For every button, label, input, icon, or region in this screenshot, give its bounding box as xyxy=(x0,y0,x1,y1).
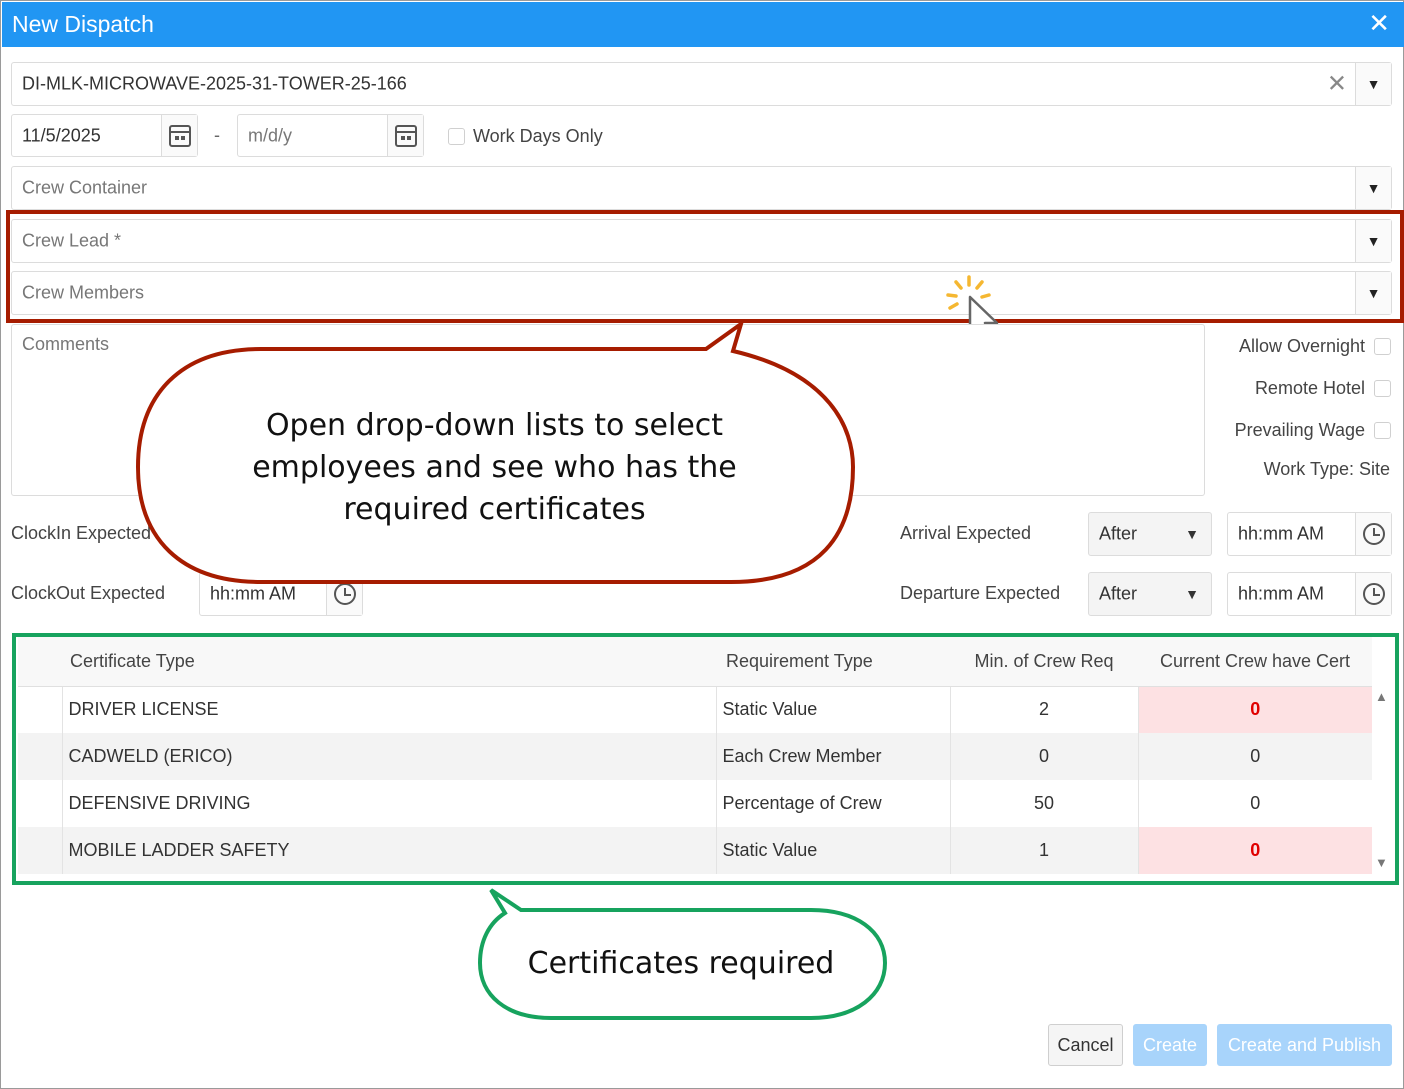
callout-line: Open drop-down lists to select xyxy=(265,408,724,443)
arrival-mode-value: After xyxy=(1099,523,1138,544)
end-date-field[interactable]: m/d/y xyxy=(237,114,424,157)
calendar-button[interactable] xyxy=(161,115,197,156)
calendar-icon xyxy=(168,124,191,147)
job-select[interactable]: DI-MLK-MICROWAVE-2025-31-TOWER-25-166 ✕ … xyxy=(11,62,1392,106)
clock-icon xyxy=(1362,583,1385,605)
departure-mode-value: After xyxy=(1099,583,1138,604)
allow-overnight-checkbox[interactable] xyxy=(1374,338,1391,355)
chevron-down-icon: ▼ xyxy=(1185,526,1199,542)
work-type-label: Work Type: Site xyxy=(1263,459,1390,479)
job-select-value: DI-MLK-MICROWAVE-2025-31-TOWER-25-166 xyxy=(22,73,407,94)
callout-line: employees and see who has the xyxy=(252,450,737,485)
close-icon[interactable]: ✕ xyxy=(1368,8,1390,38)
clock-button[interactable] xyxy=(1355,513,1391,555)
arrival-time-placeholder: hh:mm AM xyxy=(1238,523,1325,544)
remote-hotel-label: Remote Hotel xyxy=(1254,378,1365,398)
chevron-down-icon[interactable]: ▼ xyxy=(1355,167,1391,209)
certs-callout-text: Certificates required xyxy=(527,946,835,981)
departure-mode-select[interactable]: After ▼ xyxy=(1088,572,1212,616)
departure-time-placeholder: hh:mm AM xyxy=(1238,583,1325,604)
callout-line: required certificates xyxy=(343,492,646,527)
arrival-time-field[interactable]: hh:mm AM xyxy=(1227,512,1392,556)
crew-container-placeholder: Crew Container xyxy=(22,177,148,198)
work-days-only-label: Work Days Only xyxy=(473,126,603,146)
work-days-only-checkbox[interactable] xyxy=(448,128,465,145)
departure-label: Departure Expected xyxy=(900,583,1061,603)
clock-button[interactable] xyxy=(1355,573,1391,615)
dialog-title: New Dispatch xyxy=(12,11,154,37)
chevron-down-icon: ▼ xyxy=(1185,586,1199,602)
create-button[interactable]: Create xyxy=(1133,1024,1207,1066)
calendar-icon xyxy=(394,124,417,147)
create-and-publish-button[interactable]: Create and Publish xyxy=(1217,1024,1392,1066)
arrival-mode-select[interactable]: After ▼ xyxy=(1088,512,1212,556)
comments-placeholder: Comments xyxy=(22,334,110,354)
end-date-placeholder: m/d/y xyxy=(248,125,293,145)
new-dispatch-dialog: New Dispatch ✕ DI-MLK-MICROWAVE-2025-31-… xyxy=(0,0,1404,1089)
chevron-down-icon[interactable]: ▼ xyxy=(1355,63,1391,105)
clear-icon[interactable]: ✕ xyxy=(1327,70,1347,99)
prevailing-wage-checkbox[interactable] xyxy=(1374,422,1391,439)
remote-hotel-checkbox[interactable] xyxy=(1374,380,1391,397)
prevailing-wage-label: Prevailing Wage xyxy=(1234,420,1365,440)
certificates-highlight-outline xyxy=(12,633,1399,885)
start-date-value: 11/5/2025 xyxy=(22,125,101,145)
crew-highlight-outline xyxy=(6,210,1404,323)
clock-icon xyxy=(1362,523,1385,545)
dialog-titlebar: New Dispatch ✕ xyxy=(2,2,1404,47)
cancel-button[interactable]: Cancel xyxy=(1048,1024,1123,1066)
dropdown-callout-text: Open drop-down lists to select employees… xyxy=(191,405,798,531)
crew-container-select[interactable]: Crew Container ▼ xyxy=(11,166,1392,210)
departure-time-field[interactable]: hh:mm AM xyxy=(1227,572,1392,616)
allow-overnight-label: Allow Overnight xyxy=(1238,336,1365,356)
arrival-label: Arrival Expected xyxy=(900,523,1032,543)
start-date-field[interactable]: 11/5/2025 xyxy=(11,114,198,157)
date-range-separator: - xyxy=(214,125,220,145)
calendar-button[interactable] xyxy=(387,115,423,156)
